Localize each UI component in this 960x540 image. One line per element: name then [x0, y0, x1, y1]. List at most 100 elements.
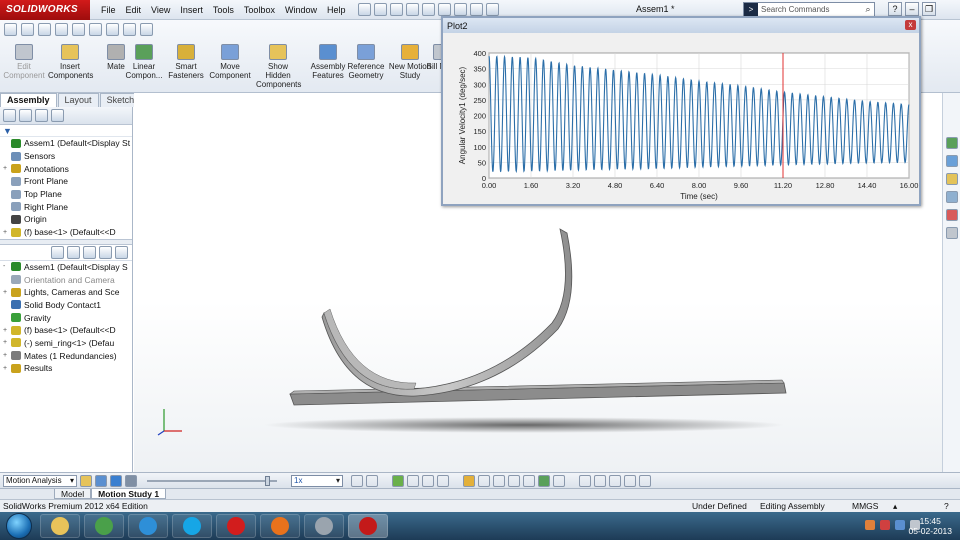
motion-filter-selected-icon[interactable] [99, 245, 112, 259]
study-tab-motion-study-1[interactable]: Motion Study 1 [91, 489, 167, 499]
expand-toggle-icon[interactable]: + [3, 327, 11, 334]
appearances-icon[interactable] [946, 209, 958, 221]
expand-toggle-icon[interactable]: + [3, 289, 11, 296]
property-manager-tab-icon[interactable] [19, 109, 32, 122]
search-commands[interactable]: > Search Commands ⌕ [743, 2, 875, 17]
motion-filter-icon[interactable] [51, 245, 64, 259]
study-tab-model[interactable]: Model [54, 489, 92, 499]
plot-title-bar[interactable]: Plot2 x [443, 18, 919, 33]
calculate-icon[interactable] [80, 474, 92, 487]
menu-edit[interactable]: Edit [121, 5, 147, 15]
tree-item[interactable]: + (f) base<1> (Default<<D [0, 226, 132, 239]
select-icon[interactable] [438, 3, 452, 16]
file-properties-icon[interactable] [470, 3, 484, 16]
taskbar-app-chrome[interactable] [304, 514, 344, 538]
tree-item[interactable]: + Annotations [0, 162, 132, 175]
appearance-tab-icon[interactable] [51, 109, 64, 122]
playback-mode-icon[interactable] [351, 474, 363, 487]
tree-item[interactable]: + (-) semi_ring<1> (Defau [0, 337, 132, 350]
results-plots-icon[interactable] [553, 474, 565, 487]
animation-wizard-icon[interactable] [437, 474, 449, 487]
toolbar-icon-3[interactable] [38, 23, 51, 36]
unit-system[interactable]: MMGS [852, 501, 878, 511]
study-properties-icon[interactable] [579, 474, 591, 487]
contact-icon[interactable] [523, 474, 535, 487]
undo-icon[interactable] [422, 3, 436, 16]
move-component-button[interactable]: Move Component [208, 44, 252, 80]
playback-speed-select[interactable]: 1x [291, 474, 343, 487]
expand-toggle-icon[interactable]: + [3, 352, 11, 359]
solidworks-logo[interactable]: SOLIDWORKS [0, 0, 90, 20]
filter-icon[interactable]: ▼ [3, 126, 12, 136]
smart-fasteners-button[interactable]: Smart Fasteners [164, 44, 208, 80]
help-status-icon[interactable]: ? [944, 501, 949, 511]
search-mode-icon[interactable]: > [744, 3, 758, 16]
expand-toggle-icon[interactable]: + [3, 339, 11, 346]
tree-item[interactable]: Origin [0, 213, 132, 226]
reference-geometry-button[interactable]: Reference Geometry [344, 44, 388, 80]
taskbar-app-solidworks[interactable] [348, 514, 388, 538]
taskbar-app-opera[interactable] [216, 514, 256, 538]
view-palette-icon[interactable] [946, 191, 958, 203]
menu-window[interactable]: Window [280, 5, 322, 15]
tray-app-icon[interactable] [865, 520, 875, 530]
file-explorer-icon[interactable] [946, 173, 958, 185]
rebuild-icon[interactable] [454, 3, 468, 16]
toolbar-icon-1[interactable] [4, 23, 17, 36]
motion-filter-driving-icon[interactable] [83, 245, 96, 259]
resources-icon[interactable] [946, 137, 958, 149]
tab-layout[interactable]: Layout [57, 93, 99, 107]
start-button[interactable] [6, 513, 32, 539]
menu-view[interactable]: View [146, 5, 175, 15]
tree-item[interactable]: Assem1 (Default<Display St [0, 137, 132, 150]
collapse-manager-icon[interactable] [594, 474, 606, 487]
search-input[interactable]: Search Commands [758, 5, 862, 14]
expand-toggle-icon[interactable]: + [3, 365, 11, 372]
tree-item[interactable]: + Results [0, 362, 132, 375]
menu-toolbox[interactable]: Toolbox [239, 5, 280, 15]
motor-icon[interactable] [463, 474, 475, 487]
damper-icon[interactable] [493, 474, 505, 487]
playback-slider[interactable] [147, 475, 277, 486]
taskbar-app-media[interactable] [84, 514, 124, 538]
toolbar-icon-2[interactable] [21, 23, 34, 36]
help-icon[interactable]: ? [888, 2, 902, 16]
add-key-icon[interactable] [407, 474, 419, 487]
new-file-icon[interactable] [358, 3, 372, 16]
save-animation-icon[interactable] [366, 474, 378, 487]
insert-components-button[interactable]: Insert Components [48, 44, 93, 80]
tree-item[interactable]: + Lights, Cameras and Sce [0, 286, 132, 299]
spring-icon[interactable] [478, 474, 490, 487]
tray-security-icon[interactable] [880, 520, 890, 530]
motion-filter-animated-icon[interactable] [67, 245, 80, 259]
toolbar-icon-4[interactable] [55, 23, 68, 36]
zoom-to-fit-icon[interactable] [609, 474, 621, 487]
taskbar-app-explorer[interactable] [40, 514, 80, 538]
tree-item[interactable]: + (f) base<1> (Default<<D [0, 324, 132, 337]
toolbar-icon-8[interactable] [123, 23, 136, 36]
configuration-tab-icon[interactable] [35, 109, 48, 122]
expand-toggle-icon[interactable]: + [3, 165, 11, 172]
force-icon[interactable] [508, 474, 520, 487]
save-icon[interactable] [390, 3, 404, 16]
tray-network-icon[interactable] [895, 520, 905, 530]
toolbar-icon-7[interactable] [106, 23, 119, 36]
custom-properties-icon[interactable] [946, 227, 958, 239]
restore-icon[interactable]: ❐ [922, 2, 936, 16]
design-library-icon[interactable] [946, 155, 958, 167]
taskbar-app-skype[interactable] [172, 514, 212, 538]
motion-filter-results-icon[interactable] [115, 245, 128, 259]
clock[interactable]: 15:45 05-02-2013 [909, 516, 952, 536]
menu-tools[interactable]: Tools [208, 5, 239, 15]
menu-insert[interactable]: Insert [175, 5, 208, 15]
zoom-out-icon[interactable] [639, 474, 651, 487]
play-from-start-icon[interactable] [95, 474, 107, 487]
timeline-icon[interactable] [422, 474, 434, 487]
search-icon[interactable]: ⌕ [862, 4, 874, 15]
linear-compon-button[interactable]: Linear Compon... [122, 44, 166, 80]
tree-item[interactable]: Sensors [0, 150, 132, 163]
show-hidden-components-button[interactable]: Show Hidden Components [256, 44, 301, 89]
zoom-in-icon[interactable] [624, 474, 636, 487]
tree-item[interactable]: Front Plane [0, 175, 132, 188]
taskbar-app-firefox[interactable] [260, 514, 300, 538]
